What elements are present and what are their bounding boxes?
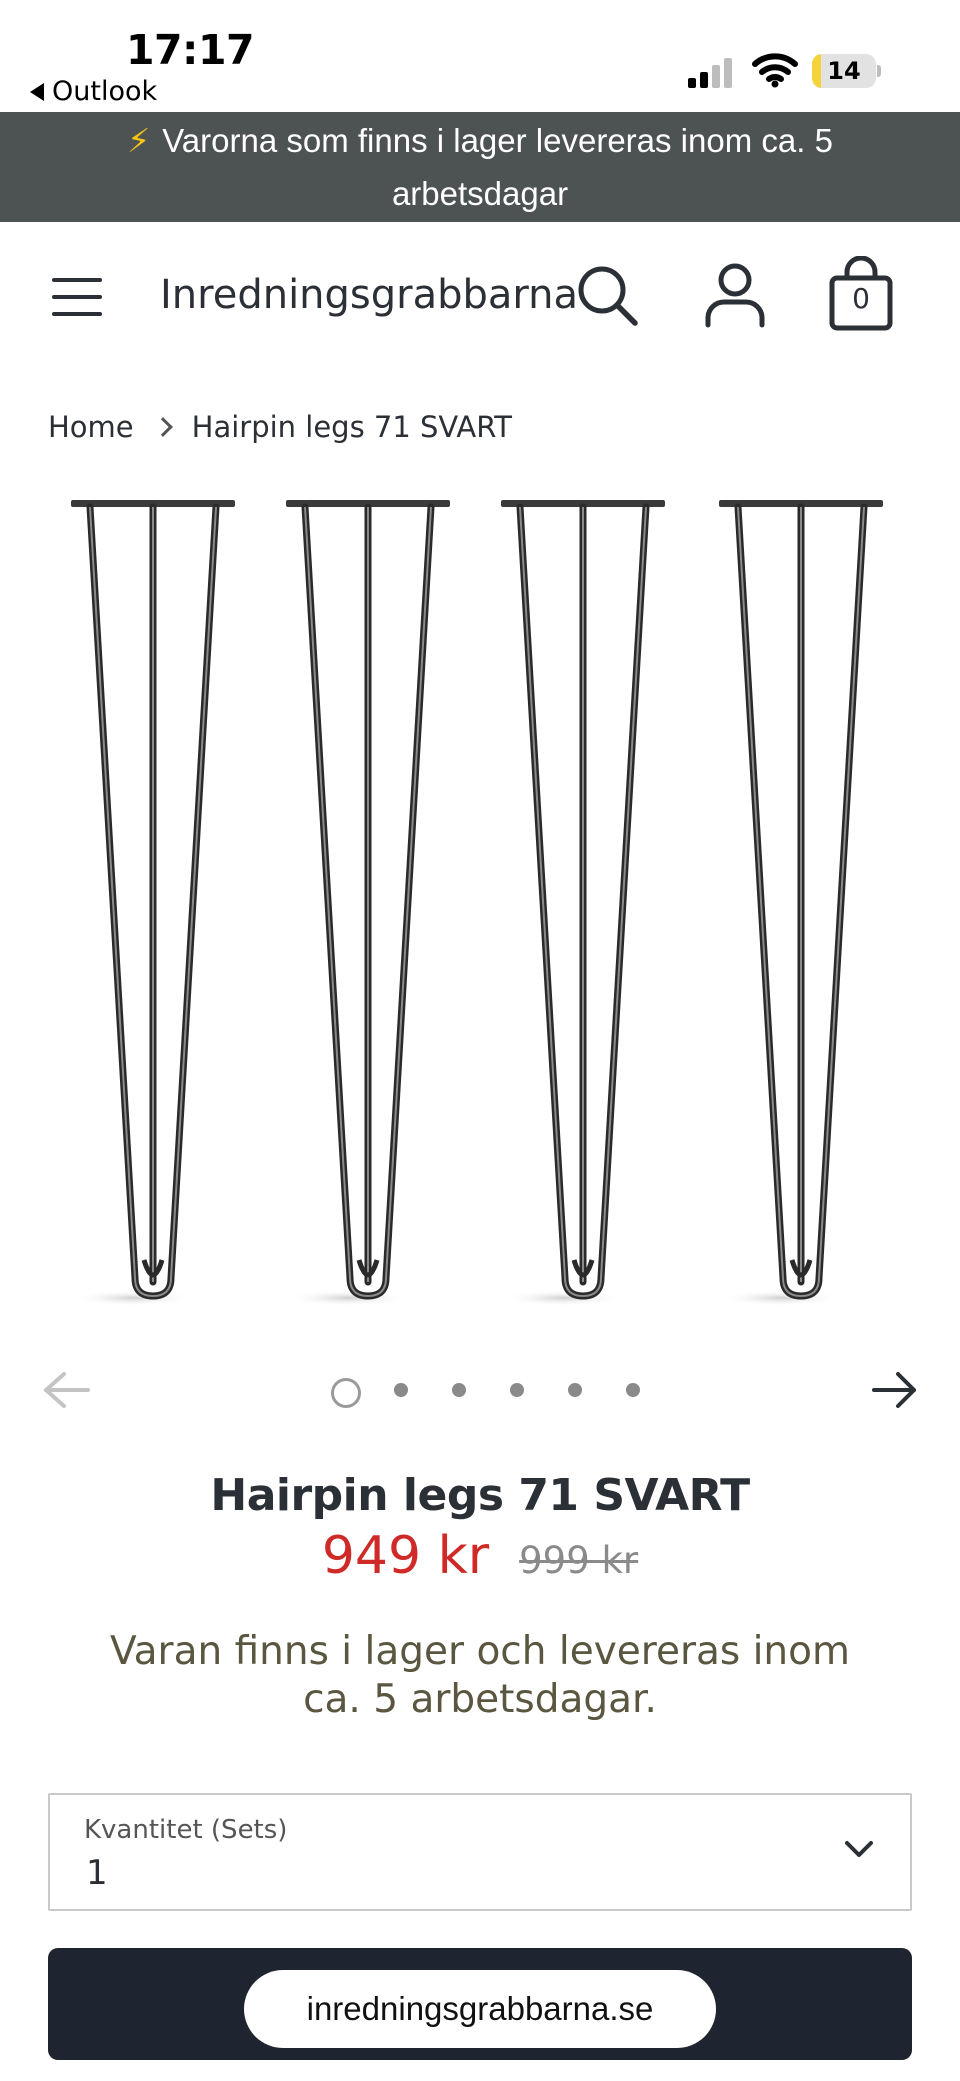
quantity-value: 1 (86, 1853, 108, 1893)
gallery-navigation (0, 1360, 960, 1420)
battery-indicator: 14 (812, 54, 881, 88)
back-to-app-link[interactable]: Outlook (30, 76, 157, 107)
gallery-dot[interactable] (378, 1376, 436, 1404)
gallery-dot[interactable] (494, 1376, 552, 1404)
battery-cap (877, 65, 881, 77)
gallery-dot[interactable] (610, 1376, 668, 1404)
shopping-bag-icon[interactable]: 0 (828, 255, 894, 334)
hairpin-leg (286, 500, 450, 1306)
search-icon[interactable] (574, 262, 640, 328)
back-triangle-icon (30, 82, 44, 101)
site-header: Inredningsgrabbarna 0 (0, 222, 960, 362)
hairpin-legs-product-image (71, 500, 883, 1306)
wifi-icon (752, 53, 798, 88)
product-image-gallery[interactable] (48, 470, 912, 1350)
back-app-label: Outlook (52, 76, 158, 107)
cart-count: 0 (852, 282, 870, 315)
stock-availability-note: Varan finns i lager och levereras inom c… (109, 1629, 850, 1722)
sale-price: 949 kr (321, 1526, 490, 1586)
gallery-dot[interactable] (436, 1376, 494, 1404)
gallery-dot[interactable] (552, 1376, 610, 1404)
chevron-right-icon (152, 417, 173, 437)
ios-status-bar: 17:17 Outlook 14 (0, 0, 960, 112)
announcement-bar: ⚡ Varorna som finns i lager levereras ino… (0, 112, 960, 222)
browser-url-pill[interactable]: inredningsgrabbarna.se (244, 1970, 716, 2048)
arrow-right-icon[interactable] (870, 1370, 920, 1410)
hamburger-menu-icon[interactable] (52, 278, 102, 316)
add-to-cart-button[interactable]: inredningsgrabbarna.se (48, 1948, 912, 2060)
product-title: Hairpin legs 71 SVART (210, 1470, 750, 1521)
hairpin-leg (71, 500, 235, 1306)
quantity-label: Kvantitet (Sets) (84, 1815, 288, 1845)
hairpin-leg (719, 500, 883, 1306)
price-row: 949 kr 999 kr (0, 1526, 960, 1586)
brand-logo-text[interactable]: Inredningsgrabbarna (160, 272, 578, 318)
gallery-dot[interactable] (320, 1376, 378, 1408)
announcement-text: Varorna som finns i lager levereras inom… (162, 122, 833, 212)
quantity-select[interactable]: Kvantitet (Sets) 1 (48, 1793, 912, 1911)
arrow-left-icon[interactable] (42, 1370, 92, 1410)
gallery-pagination-dots (320, 1376, 668, 1408)
chevron-down-icon (845, 1841, 873, 1857)
hairpin-leg (501, 500, 665, 1306)
breadcrumb-home-link[interactable]: Home (48, 410, 134, 444)
compare-at-price: 999 kr (519, 1539, 639, 1582)
user-icon[interactable] (704, 262, 766, 328)
lightning-bolt-icon: ⚡ (127, 122, 151, 159)
status-time: 17:17 (126, 26, 255, 74)
cellular-signal-icon (688, 58, 732, 88)
breadcrumb: Home Hairpin legs 71 SVART (48, 410, 512, 444)
breadcrumb-current: Hairpin legs 71 SVART (191, 410, 512, 444)
battery-level: 14 (827, 57, 861, 85)
